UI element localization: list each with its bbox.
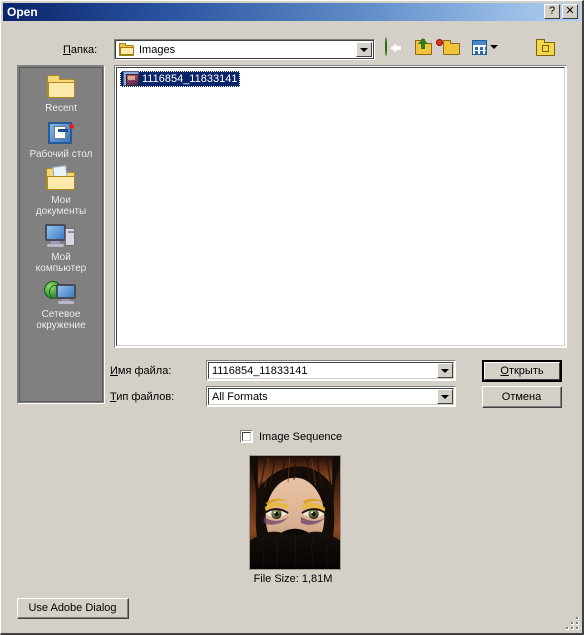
image-sequence-label: Image Sequence <box>259 430 343 443</box>
preview-image <box>250 456 340 569</box>
chevron-down-icon[interactable] <box>356 42 372 57</box>
folder-icon <box>119 43 135 56</box>
file-list[interactable]: 1116854_11833141 <box>114 65 567 348</box>
title-bar-buttons: ? ✕ <box>544 4 578 19</box>
use-adobe-dialog-button[interactable]: Use Adobe Dialog <box>17 598 129 619</box>
list-item[interactable]: 1116854_11833141 <box>119 70 241 87</box>
chevron-down-icon[interactable] <box>437 363 453 378</box>
lookin-value: Images <box>139 43 176 56</box>
recent-folder-icon <box>44 72 78 102</box>
sidebar-item-my-computer[interactable]: Мой компьютер <box>20 221 102 274</box>
tools-button[interactable] <box>536 39 558 61</box>
file-type-select[interactable]: All Formats <box>206 386 456 407</box>
title-bar[interactable]: Open ? ✕ <box>3 3 580 21</box>
file-name-label: Имя файла: <box>110 365 172 377</box>
close-button[interactable]: ✕ <box>562 4 578 19</box>
my-computer-icon <box>44 221 78 251</box>
sidebar-item-network-places[interactable]: Сетевое окружение <box>20 278 102 331</box>
sidebar-item-label: Рабочий стол <box>29 149 93 160</box>
create-new-folder-button[interactable] <box>436 38 465 60</box>
list-item-label: 1116854_11833141 <box>142 72 238 85</box>
file-type-value: All Formats <box>212 390 268 403</box>
back-button[interactable] <box>385 37 407 60</box>
chevron-down-icon[interactable] <box>437 389 453 404</box>
sidebar-item-label: Мои документы <box>35 195 87 217</box>
my-documents-icon <box>44 164 78 194</box>
image-file-icon <box>123 71 139 86</box>
desktop-icon <box>44 118 78 148</box>
cancel-button-label: Отмена <box>501 390 542 403</box>
use-adobe-dialog-label: Use Adobe Dialog <box>28 602 117 614</box>
sidebar-item-desktop[interactable]: Рабочий стол <box>20 118 102 160</box>
image-sequence-checkbox[interactable] <box>240 430 253 443</box>
image-sequence-row[interactable]: Image Sequence <box>240 430 342 443</box>
cancel-button[interactable]: Отмена <box>482 386 562 408</box>
file-name-input[interactable]: 1116854_11833141 <box>206 360 456 381</box>
places-bar: Recent Рабочий стол Мои документы Мой ко… <box>17 65 105 404</box>
sidebar-item-label: Recent <box>45 103 77 114</box>
network-places-icon <box>44 278 78 308</box>
file-type-label: Тип файлов: <box>110 391 175 403</box>
open-button[interactable]: Открыть <box>482 360 562 382</box>
preview-thumbnail <box>249 455 341 570</box>
sidebar-item-label: Мой компьютер <box>35 252 87 274</box>
help-button[interactable]: ? <box>544 4 560 19</box>
sidebar-item-recent[interactable]: Recent <box>20 72 102 114</box>
dialog-toolbar <box>385 37 500 60</box>
up-one-level-button[interactable] <box>414 38 436 60</box>
lookin-label: Папка: <box>63 44 98 56</box>
lookin-combobox[interactable]: Images <box>114 39 375 60</box>
file-size-text: File Size: 1,81M <box>253 573 333 585</box>
window-title: Open <box>7 5 38 19</box>
sidebar-item-my-documents[interactable]: Мои документы <box>20 164 102 217</box>
sidebar-item-label: Сетевое окружение <box>36 309 86 331</box>
open-file-dialog: Open ? ✕ Папка: Images Recent Рабочий ст… <box>0 0 584 635</box>
resize-grip[interactable] <box>565 616 579 630</box>
file-name-value: 1116854_11833141 <box>212 364 308 377</box>
views-button[interactable] <box>472 38 500 60</box>
